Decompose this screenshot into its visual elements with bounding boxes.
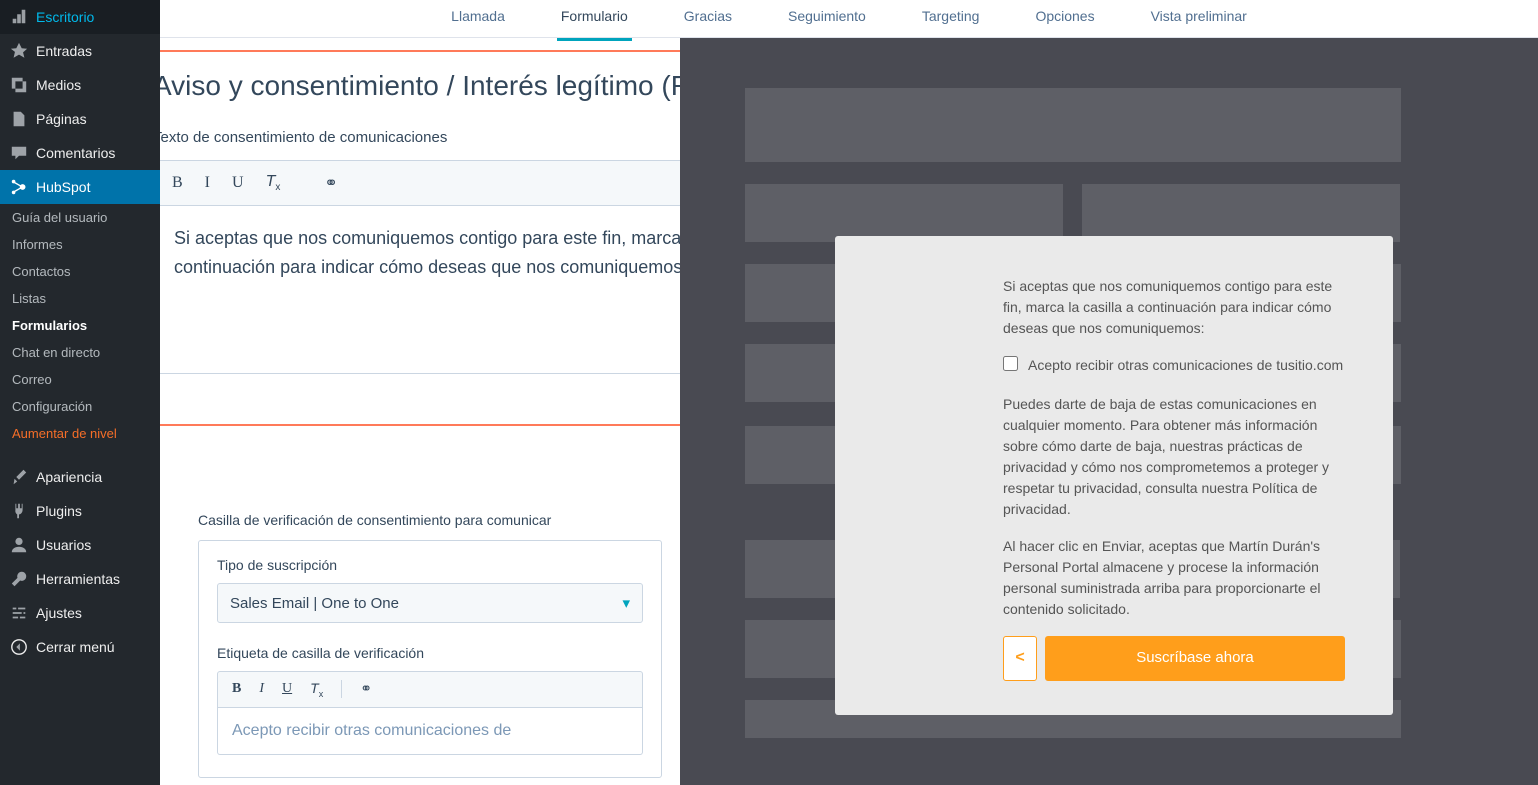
checkbox-section-label: Casilla de verificación de consentimient…	[198, 512, 662, 528]
preview-consent-checkbox[interactable]	[1003, 356, 1018, 371]
sidebar-subitem-formularios[interactable]: Formularios	[0, 312, 160, 339]
link-button[interactable]: ⚭	[360, 681, 372, 698]
sidebar-subitem-aumentar-de-nivel[interactable]: Aumentar de nivel	[0, 420, 160, 447]
preview-privacy-text: Puedes darte de baja de estas comunicaci…	[1003, 394, 1345, 520]
sidebar-subitem-configuración[interactable]: Configuración	[0, 393, 160, 420]
brush-icon	[10, 468, 28, 486]
sidebar-item-label: Comentarios	[36, 145, 115, 161]
media-icon	[10, 76, 28, 94]
sidebar-item-label: Herramientas	[36, 571, 120, 587]
sidebar-item-label: Cerrar menú	[36, 639, 115, 655]
sidebar-item-comentarios[interactable]: Comentarios	[0, 136, 160, 170]
sidebar-item-usuarios[interactable]: Usuarios	[0, 528, 160, 562]
hubspot-icon	[10, 178, 28, 196]
gdpr-title: Aviso y consentimiento / Interés legítim…	[160, 68, 680, 103]
sidebar-item-ajustes[interactable]: Ajustes	[0, 596, 160, 630]
sliders-icon	[10, 604, 28, 622]
pin-icon	[10, 42, 28, 60]
sidebar-item-apariencia[interactable]: Apariencia	[0, 460, 160, 494]
sidebar-item-label: Entradas	[36, 43, 92, 59]
toolbar-separator	[341, 680, 342, 698]
italic-button[interactable]: I	[205, 174, 210, 192]
sidebar-item-cerrar-menú[interactable]: Cerrar menú	[0, 630, 160, 664]
tab-seguimiento[interactable]: Seguimiento	[784, 0, 870, 41]
underline-button[interactable]: U	[282, 681, 292, 697]
skeleton-bar	[745, 184, 1063, 242]
consent-text-label: Texto de consentimiento de comunicacione…	[160, 129, 680, 146]
sidebar-subitem-chat-en-directo[interactable]: Chat en directo	[0, 339, 160, 366]
underline-button[interactable]: U	[232, 174, 244, 192]
link-button[interactable]: ⚭	[324, 173, 337, 193]
italic-button[interactable]: I	[259, 681, 264, 697]
sidebar-subitem-correo[interactable]: Correo	[0, 366, 160, 393]
clear-format-button[interactable]: Tx	[266, 173, 281, 193]
tab-opciones[interactable]: Opciones	[1031, 0, 1098, 41]
page-icon	[10, 110, 28, 128]
subscription-type-select[interactable]: Sales Email | One to One ▾	[217, 583, 643, 623]
subscription-type-label: Tipo de suscripción	[217, 557, 643, 573]
sidebar-item-label: Usuarios	[36, 537, 91, 553]
wp-sidebar: Escritorio Entradas Medios Páginas Comentari…	[0, 0, 160, 785]
sidebar-item-label: Plugins	[36, 503, 82, 519]
tab-llamada[interactable]: Llamada	[447, 0, 509, 41]
dashboard-icon	[10, 8, 28, 26]
sidebar-item-label: Medios	[36, 77, 81, 93]
preview-panel: Si aceptas que nos comuniquemos contigo …	[680, 38, 1538, 785]
preview-consent-text: Si aceptas que nos comuniquemos contigo …	[1003, 276, 1345, 339]
rte-toolbar-small: B I U Tx ⚭	[217, 671, 643, 708]
rte-toolbar: B I U Tx ⚭	[160, 160, 680, 206]
preview-checkbox-label: Acepto recibir otras comunicaciones de t…	[1028, 355, 1343, 376]
sidebar-item-entradas[interactable]: Entradas	[0, 34, 160, 68]
preview-submit-button[interactable]: Suscríbase ahora	[1045, 636, 1345, 681]
skeleton-bar	[745, 88, 1401, 162]
sidebar-item-escritorio[interactable]: Escritorio	[0, 0, 160, 34]
chevron-down-icon: ▾	[622, 594, 630, 612]
sidebar-item-páginas[interactable]: Páginas	[0, 102, 160, 136]
tab-formulario[interactable]: Formulario	[557, 0, 632, 41]
sidebar-item-herramientas[interactable]: Herramientas	[0, 562, 160, 596]
skeleton-bar	[1082, 184, 1400, 242]
collapse-icon	[10, 638, 28, 656]
gdpr-highlight-box: Aviso y consentimiento / Interés legítim…	[160, 50, 680, 426]
tab-targeting[interactable]: Targeting	[918, 0, 984, 41]
subscription-type-value: Sales Email | One to One	[230, 595, 399, 612]
preview-process-text: Al hacer clic en Enviar, aceptas que Mar…	[1003, 536, 1345, 620]
sidebar-item-label: Escritorio	[36, 9, 94, 25]
sidebar-item-plugins[interactable]: Plugins	[0, 494, 160, 528]
sidebar-subitem-contactos[interactable]: Contactos	[0, 258, 160, 285]
sidebar-subitem-guía-del-usuario[interactable]: Guía del usuario	[0, 204, 160, 231]
bold-button[interactable]: B	[172, 174, 183, 192]
checkbox-label-label: Etiqueta de casilla de verificación	[217, 645, 643, 661]
preview-prev-button[interactable]: <	[1003, 636, 1037, 681]
sidebar-item-label: HubSpot	[36, 179, 90, 195]
plug-icon	[10, 502, 28, 520]
comment-icon	[10, 144, 28, 162]
consent-preview-modal: Si aceptas que nos comuniquemos contigo …	[835, 236, 1393, 715]
main-area: Llamada Formulario Gracias Seguimiento Targe…	[160, 0, 1538, 785]
checkbox-label-editor[interactable]: Acepto recibir otras comunicaciones de	[217, 708, 643, 755]
sidebar-item-label: Páginas	[36, 111, 87, 127]
step-tabs: Llamada Formulario Gracias Seguimiento Targe…	[160, 0, 1538, 38]
user-icon	[10, 536, 28, 554]
tab-gracias[interactable]: Gracias	[680, 0, 736, 41]
sidebar-item-medios[interactable]: Medios	[0, 68, 160, 102]
bold-button[interactable]: B	[232, 681, 241, 697]
consent-text-editor[interactable]: Si aceptas que nos comuniquemos contigo …	[160, 206, 680, 374]
clear-format-button[interactable]: Tx	[310, 680, 323, 699]
tab-vista-preliminar[interactable]: Vista preliminar	[1147, 0, 1251, 41]
form-editor-panel: Editar contenido predeterminado sobre el…	[160, 38, 680, 785]
sidebar-item-label: Apariencia	[36, 469, 102, 485]
sidebar-item-hubspot[interactable]: HubSpot	[0, 170, 160, 204]
sidebar-subitem-listas[interactable]: Listas	[0, 285, 160, 312]
sidebar-item-label: Ajustes	[36, 605, 82, 621]
subscription-card: Tipo de suscripción Sales Email | One to…	[198, 540, 662, 778]
preview-checkbox-row: Acepto recibir otras comunicaciones de t…	[1003, 355, 1345, 376]
sidebar-subitem-informes[interactable]: Informes	[0, 231, 160, 258]
wrench-icon	[10, 570, 28, 588]
